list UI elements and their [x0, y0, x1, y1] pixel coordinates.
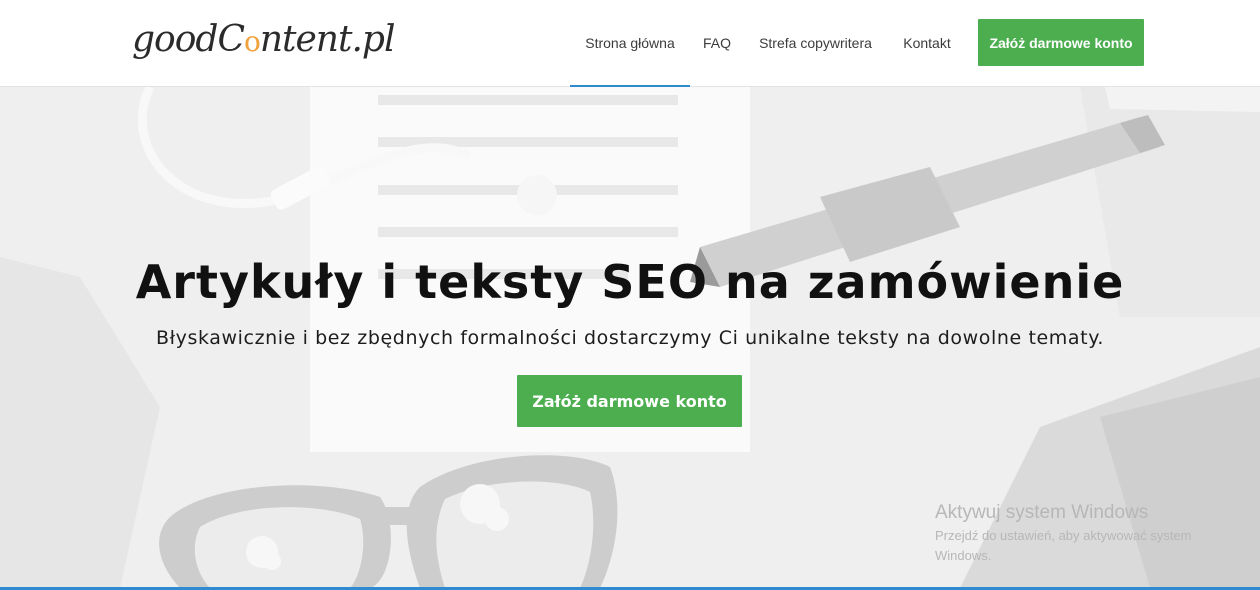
watermark-title: Aktywuj system Windows: [935, 502, 1149, 523]
watermark-line-1: Przejdź do ustawień, aby aktywować syste…: [935, 528, 1192, 543]
hero-title: Artykuły i teksty SEO na zamówienie: [135, 255, 1125, 309]
nav-item-home[interactable]: Strona główna: [570, 0, 690, 87]
site-header: goodContent.pl Strona główna FAQ Strefa …: [0, 0, 1260, 87]
hero-signup-button[interactable]: Załóż darmowe konto: [517, 375, 742, 427]
nav-item-copywriter-zone[interactable]: Strefa copywritera: [752, 0, 879, 87]
hero-subtitle: Błyskawicznie i bez zbędnych formalności…: [156, 327, 1104, 349]
nav-item-contact[interactable]: Kontakt: [896, 0, 958, 87]
nav-item-faq[interactable]: FAQ: [700, 0, 734, 87]
hero-section: Artykuły i teksty SEO na zamówienie Błys…: [0, 87, 1260, 588]
header-signup-button[interactable]: Załóż darmowe konto: [978, 19, 1144, 66]
watermark-line-2: Windows.: [935, 548, 992, 563]
lightbulb-icon: o: [243, 25, 261, 58]
logo-text-end: ntent.pl: [259, 19, 396, 60]
site-logo[interactable]: goodContent.pl: [132, 8, 396, 72]
logo-text-start: goodC: [132, 19, 245, 60]
windows-activation-watermark: Aktywuj system Windows Przejdź do ustawi…: [935, 502, 1235, 566]
